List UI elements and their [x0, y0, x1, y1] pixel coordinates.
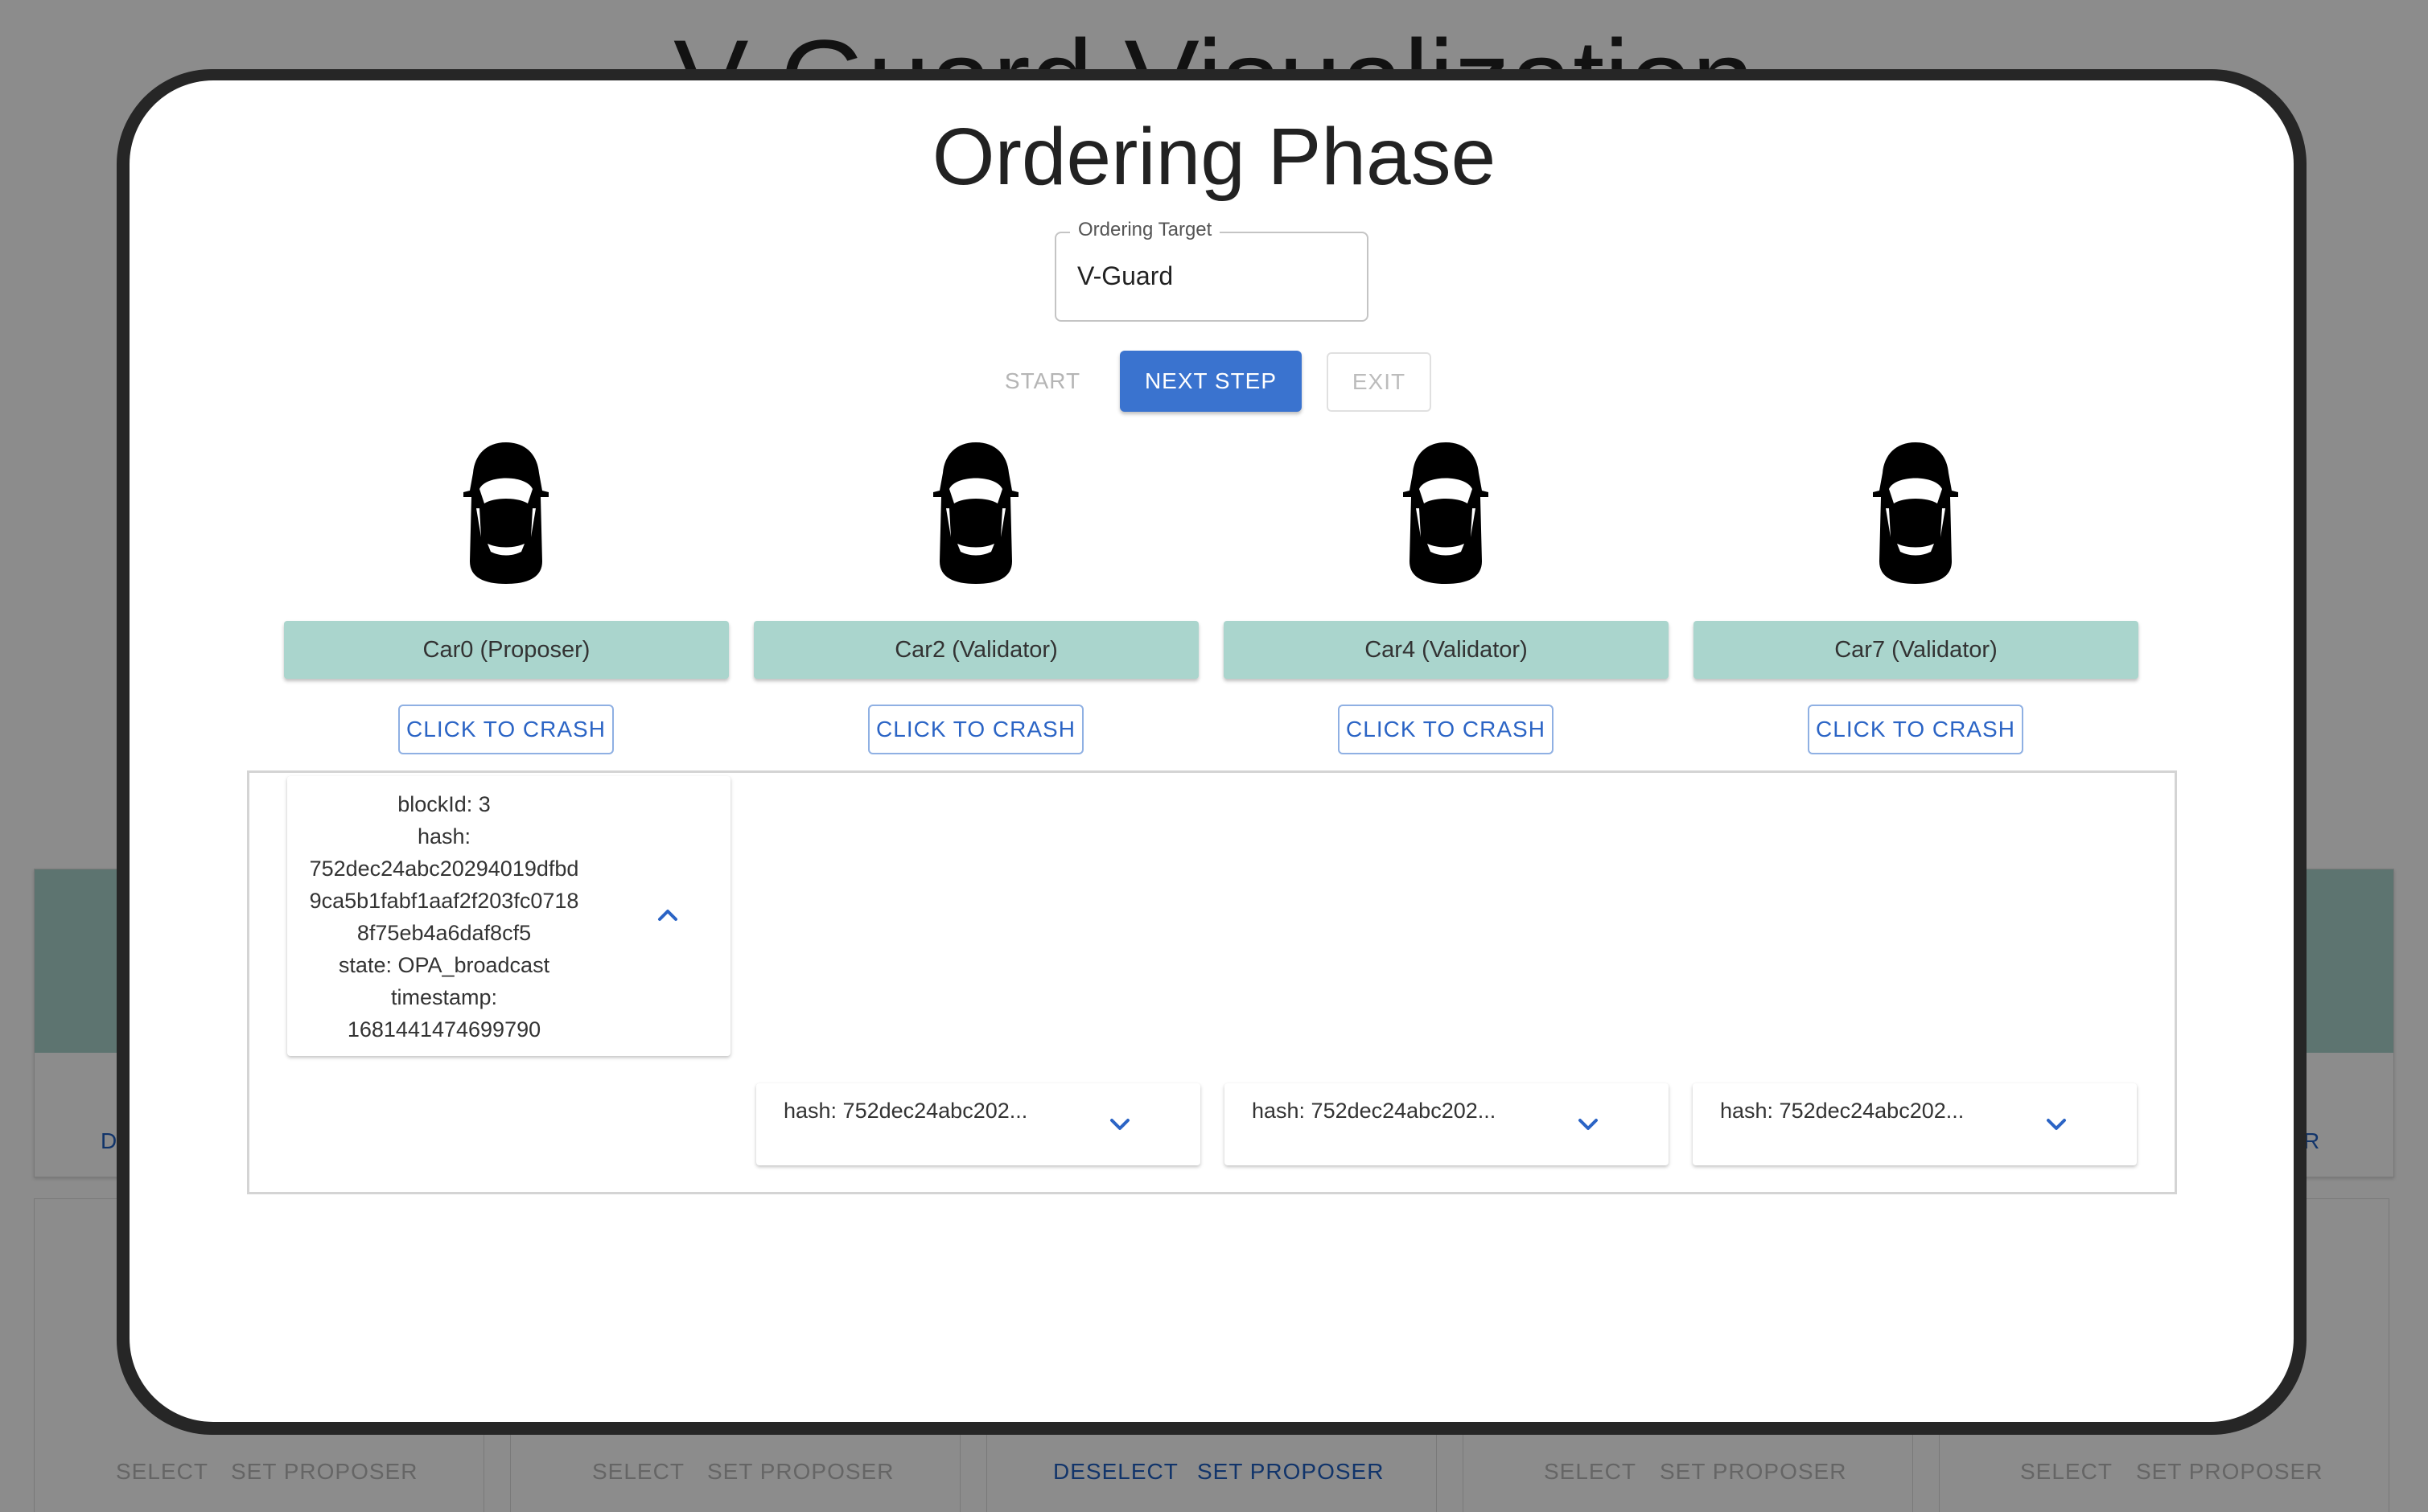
chevron-down-icon[interactable] — [2040, 1108, 2072, 1140]
crash-car-button[interactable]: CLICK TO CRASH — [1338, 705, 1554, 754]
chevron-up-icon[interactable] — [652, 899, 684, 931]
ordering-target-value[interactable]: V-Guard — [1077, 261, 1173, 291]
next-step-button[interactable]: NEXT STEP — [1120, 351, 1302, 412]
block-details: blockId: 3 hash: 752dec24abc20294019dfbd… — [287, 788, 601, 1046]
crash-car-button[interactable]: CLICK TO CRASH — [1808, 705, 2023, 754]
car-icon — [463, 442, 549, 584]
chevron-down-icon[interactable] — [1104, 1108, 1136, 1140]
crash-car-button[interactable]: CLICK TO CRASH — [868, 705, 1084, 754]
dialog-title: Ordering Phase — [932, 112, 1496, 202]
crash-car-button[interactable]: CLICK TO CRASH — [398, 705, 614, 754]
block-hash-summary: hash: 752dec24abc202... — [784, 1099, 1028, 1123]
block-detail-line: blockId: 3 — [397, 792, 491, 816]
block-detail-line: state: OPA_broadcast — [338, 953, 550, 977]
ordering-target-label: Ordering Target — [1070, 219, 1220, 241]
block-detail-line: 8f75eb4a6daf8cf5 — [356, 921, 532, 945]
block-detail-line: 9ca5b1fabf1aaf2f203fc0718 — [309, 889, 579, 913]
car-icon — [1403, 442, 1488, 584]
car-label: Car4 (Validator) — [1224, 621, 1669, 679]
block-hash-summary: hash: 752dec24abc202... — [1252, 1099, 1496, 1123]
chevron-down-icon[interactable] — [1572, 1108, 1604, 1140]
start-button[interactable]: START — [998, 352, 1088, 410]
car-label: Car2 (Validator) — [754, 621, 1199, 679]
block-detail-line: timestamp: — [390, 985, 498, 1009]
block-detail-line: 1681441474699790 — [347, 1017, 541, 1042]
car-icon — [933, 442, 1019, 584]
car-label: Car0 (Proposer) — [284, 621, 729, 679]
exit-button[interactable]: EXIT — [1327, 352, 1431, 412]
block-detail-line: 752dec24abc20294019dfbd — [309, 857, 579, 881]
car-icon — [1873, 442, 1958, 584]
car-label: Car7 (Validator) — [1693, 621, 2138, 679]
block-detail-line: hash: — [417, 824, 471, 848]
block-hash-summary: hash: 752dec24abc202... — [1720, 1099, 1965, 1123]
